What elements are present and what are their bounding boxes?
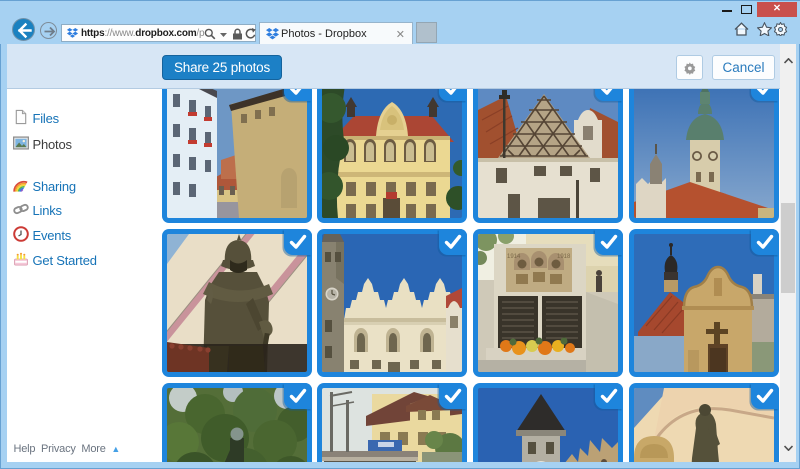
svg-text:1914: 1914: [507, 254, 521, 260]
svg-text:1918: 1918: [557, 254, 571, 260]
